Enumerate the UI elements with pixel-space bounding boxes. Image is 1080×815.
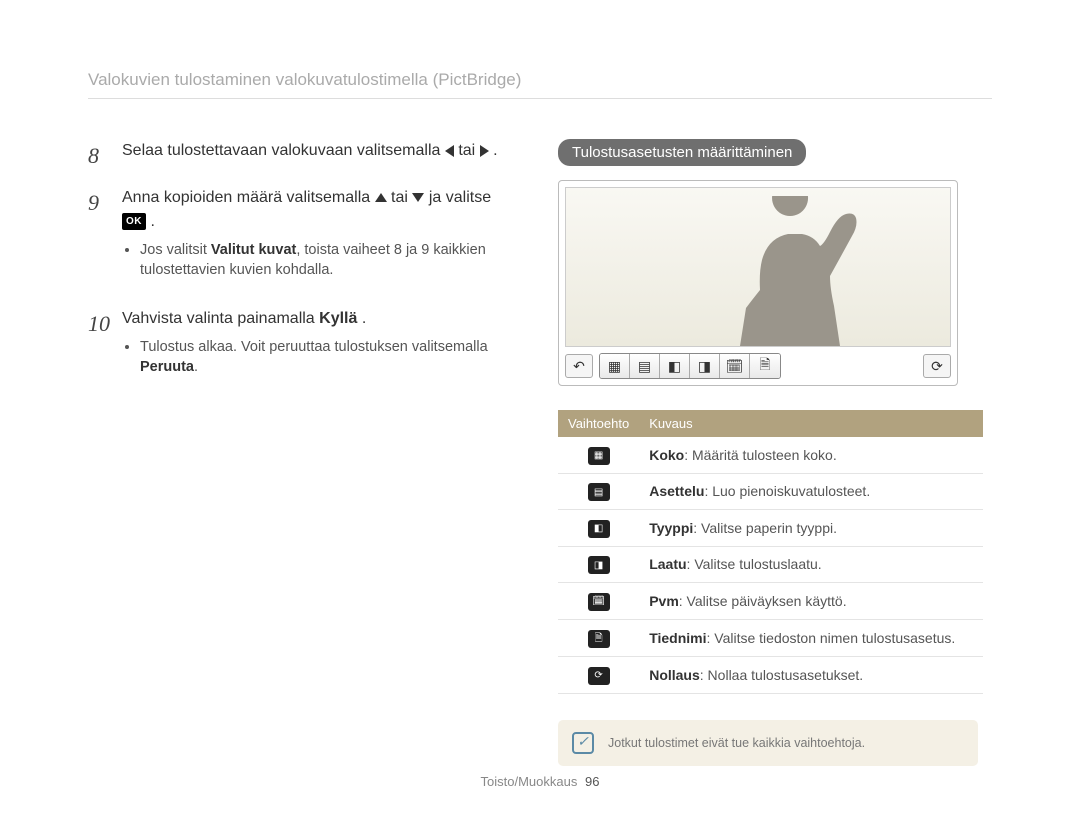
toolbar-back-icon[interactable]: ↶ — [565, 354, 593, 378]
page-header: Valokuvien tulostaminen valokuvatulostim… — [88, 70, 992, 99]
type-icon: ◧ — [588, 520, 610, 538]
bullet-item: Tulostus alkaa. Voit peruuttaa tulostuks… — [140, 337, 518, 378]
step-body: Selaa tulostettavaan valokuvaan valitsem… — [122, 139, 518, 172]
size-icon: ▦ — [588, 447, 610, 465]
footer-page-number: 96 — [585, 774, 599, 789]
step-number: 9 — [88, 186, 110, 293]
step-bullets: Jos valitsit Valitut kuvat, toista vaihe… — [122, 240, 518, 281]
quality-icon: ◨ — [588, 556, 610, 574]
step-text: Anna kopioiden määrä valitsemalla — [122, 189, 375, 206]
arrow-down-icon — [412, 193, 424, 202]
step-text: tai — [458, 142, 479, 159]
toolbar-quality-icon[interactable]: ◨ — [690, 354, 720, 378]
table-row: 🗓 Pvm: Valitse päiväyksen käyttö. — [558, 583, 983, 620]
toolbar-type-icon[interactable]: ◧ — [660, 354, 690, 378]
table-row: ⟳ Nollaus: Nollaa tulostusasetukset. — [558, 657, 983, 694]
row-rest: : Valitse tulostuslaatu. — [687, 556, 822, 572]
info-icon: ✓ — [572, 732, 594, 754]
toolbar-size-icon[interactable]: ▦ — [600, 354, 630, 378]
step-text: . — [493, 142, 497, 159]
left-column: 8 Selaa tulostettavaan valokuvaan valits… — [88, 139, 518, 766]
step-number: 10 — [88, 307, 110, 390]
note-box: ✓ Jotkut tulostimet eivät tue kaikkia va… — [558, 720, 978, 766]
bullet-bold: Valitut kuvat — [211, 242, 296, 258]
table-row: 🗎 Tiednimi: Valitse tiedoston nimen tulo… — [558, 619, 983, 657]
table-row: ◧ Tyyppi: Valitse paperin tyyppi. — [558, 510, 983, 547]
bullet-text: Jos valitsit — [140, 242, 211, 258]
step-text: Selaa tulostettavaan valokuvaan valitsem… — [122, 142, 445, 159]
step-body: Vahvista valinta painamalla Kyllä . Tulo… — [122, 307, 518, 390]
table-header-desc: Kuvaus — [639, 410, 983, 437]
screen-preview — [565, 187, 951, 347]
row-rest: : Nollaa tulostusasetukset. — [700, 667, 863, 683]
bullet-item: Jos valitsit Valitut kuvat, toista vaihe… — [140, 240, 518, 281]
screen-toolbar: ↶ ▦ ▤ ◧ ◨ 🗓 🗎 ⟳ — [565, 353, 951, 379]
bullet-bold: Peruuta — [140, 359, 194, 375]
ok-icon: OK — [122, 213, 146, 230]
toolbar-date-icon[interactable]: 🗓 — [720, 354, 750, 378]
printer-screen: ↶ ▦ ▤ ◧ ◨ 🗓 🗎 ⟳ — [558, 180, 958, 386]
bullet-text: . — [194, 359, 198, 375]
step-body: Anna kopioiden määrä valitsemalla tai ja… — [122, 186, 518, 293]
step-8: 8 Selaa tulostettavaan valokuvaan valits… — [88, 139, 518, 172]
row-rest: : Valitse päiväyksen käyttö. — [679, 593, 847, 609]
note-text: Jotkut tulostimet eivät tue kaikkia vaih… — [608, 736, 865, 750]
section-pill: Tulostusasetusten määrittäminen — [558, 139, 806, 166]
layout-icon: ▤ — [588, 483, 610, 501]
right-column: Tulostusasetusten määrittäminen ↶ ▦ ▤ ◧ — [558, 139, 992, 766]
footer-section: Toisto/Muokkaus — [481, 774, 578, 789]
date-icon: 🗓 — [588, 593, 610, 611]
row-rest: : Luo pienoiskuvatulosteet. — [704, 483, 870, 499]
step-10: 10 Vahvista valinta painamalla Kyllä . T… — [88, 307, 518, 390]
step-bold: Kyllä — [319, 310, 357, 327]
file-icon: 🗎 — [588, 630, 610, 648]
row-bold: Tyyppi — [649, 520, 693, 536]
row-rest: : Valitse paperin tyyppi. — [693, 520, 837, 536]
step-number: 8 — [88, 139, 110, 172]
table-row: ◨ Laatu: Valitse tulostuslaatu. — [558, 546, 983, 583]
row-bold: Laatu — [649, 556, 686, 572]
row-bold: Tiednimi — [649, 630, 706, 646]
table-header-option: Vaihtoehto — [558, 410, 639, 437]
page: Valokuvien tulostaminen valokuvatulostim… — [0, 0, 1080, 766]
toolbar-file-icon[interactable]: 🗎 — [750, 354, 780, 378]
step-text: . — [150, 213, 154, 230]
arrow-left-icon — [445, 145, 454, 157]
content-columns: 8 Selaa tulostettavaan valokuvaan valits… — [88, 139, 992, 766]
arrow-up-icon — [375, 193, 387, 202]
page-footer: Toisto/Muokkaus 96 — [0, 774, 1080, 789]
step-text: ja valitse — [429, 189, 491, 206]
table-row: ▦ Koko: Määritä tulosteen koko. — [558, 437, 983, 473]
step-text: Vahvista valinta painamalla — [122, 310, 319, 327]
arrow-right-icon — [480, 145, 489, 157]
row-bold: Asettelu — [649, 483, 704, 499]
step-text: . — [357, 310, 366, 327]
table-row: ▤ Asettelu: Luo pienoiskuvatulosteet. — [558, 473, 983, 510]
toolbar-refresh-icon[interactable]: ⟳ — [923, 354, 951, 378]
row-bold: Pvm — [649, 593, 679, 609]
step-bullets: Tulostus alkaa. Voit peruuttaa tulostuks… — [122, 337, 518, 378]
row-rest: : Valitse tiedoston nimen tulostusasetus… — [707, 630, 956, 646]
bullet-text: Tulostus alkaa. Voit peruuttaa tulostuks… — [140, 339, 488, 355]
row-bold: Koko — [649, 447, 684, 463]
row-bold: Nollaus — [649, 667, 700, 683]
toolbar-layout-icon[interactable]: ▤ — [630, 354, 660, 378]
options-table: Vaihtoehto Kuvaus ▦ Koko: Määritä tulost… — [558, 410, 983, 694]
silhouette-image — [730, 196, 860, 346]
row-rest: : Määritä tulosteen koko. — [684, 447, 837, 463]
step-9: 9 Anna kopioiden määrä valitsemalla tai … — [88, 186, 518, 293]
step-text: tai — [391, 189, 412, 206]
toolbar-group: ▦ ▤ ◧ ◨ 🗓 🗎 — [599, 353, 781, 379]
reset-icon: ⟳ — [588, 667, 610, 685]
